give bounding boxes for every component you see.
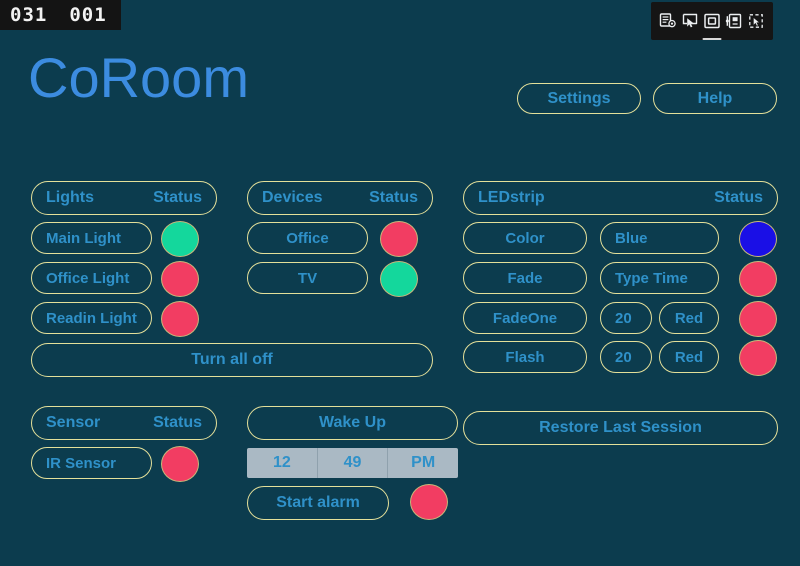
sensor-panel-header: Sensor Status (31, 406, 217, 440)
lights-status-office-light[interactable] (161, 261, 199, 297)
alarm-time-picker[interactable]: 12 49 PM (247, 448, 458, 478)
sensor-item-ir-sensor[interactable]: IR Sensor (31, 447, 152, 479)
turn-all-off-button[interactable]: Turn all off (31, 343, 433, 377)
layout-inspector-icon[interactable] (658, 11, 678, 31)
devices-item-office[interactable]: Office (247, 222, 368, 254)
active-tool-underline (702, 38, 722, 40)
devices-status-tv[interactable] (380, 261, 418, 297)
lights-status-main-light[interactable] (161, 221, 199, 257)
sensor-header-status: Status (153, 414, 202, 431)
devices-item-tv[interactable]: TV (247, 262, 368, 294)
ledstrip-value-color[interactable]: Blue (600, 222, 719, 254)
devices-header-name: Devices (262, 189, 323, 206)
ledstrip-action-fadeone[interactable]: FadeOne (463, 302, 587, 334)
page-title: CoRoom (28, 46, 249, 109)
pointer-select-icon[interactable] (680, 11, 700, 31)
alarm-minute-segment[interactable]: 49 (318, 448, 389, 478)
pointer-bounds-icon[interactable] (746, 11, 766, 31)
devices-panel-header: Devices Status (247, 181, 433, 215)
ledstrip-action-flash[interactable]: Flash (463, 341, 587, 373)
ledstrip-color-flash[interactable]: Red (659, 341, 719, 373)
app-root: 031 001 CoRoom Settings Help Lights Stat… (0, 0, 800, 566)
ledstrip-action-fade[interactable]: Fade (463, 262, 587, 294)
lights-item-main-light[interactable]: Main Light (31, 222, 152, 254)
ledstrip-status-fadeone[interactable] (739, 301, 777, 337)
lights-panel-header: Lights Status (31, 181, 217, 215)
ledstrip-color-fadeone[interactable]: Red (659, 302, 719, 334)
emulator-dev-toolbar (651, 2, 773, 40)
frame-counter-left: 031 (10, 4, 48, 26)
alarm-status-indicator[interactable] (410, 484, 448, 520)
ledstrip-header-status: Status (714, 189, 763, 206)
bounding-box-icon[interactable] (702, 11, 722, 40)
ledstrip-action-color[interactable]: Color (463, 222, 587, 254)
lights-header-status: Status (153, 189, 202, 206)
frame-counter-right: 001 (69, 4, 107, 26)
alarm-meridiem-segment[interactable]: PM (388, 448, 458, 478)
wake-up-button[interactable]: Wake Up (247, 406, 458, 440)
ledstrip-header-name: LEDstrip (478, 189, 545, 206)
lights-status-readin-light[interactable] (161, 301, 199, 337)
ledstrip-status-fade[interactable] (739, 261, 777, 297)
ledstrip-time-fadeone[interactable]: 20 (600, 302, 652, 334)
frame-counter-overlay: 031 001 (0, 0, 121, 30)
layout-bounds-icon[interactable] (724, 11, 744, 31)
ledstrip-time-flash[interactable]: 20 (600, 341, 652, 373)
settings-button[interactable]: Settings (517, 83, 641, 114)
ledstrip-panel-header: LEDstrip Status (463, 181, 778, 215)
lights-header-name: Lights (46, 189, 94, 206)
start-alarm-button[interactable]: Start alarm (247, 486, 389, 520)
ledstrip-status-flash[interactable] (739, 340, 777, 376)
alarm-hour-segment[interactable]: 12 (247, 448, 318, 478)
ledstrip-value-fade[interactable]: Type Time (600, 262, 719, 294)
devices-header-status: Status (369, 189, 418, 206)
lights-item-office-light[interactable]: Office Light (31, 262, 152, 294)
ledstrip-status-color[interactable] (739, 221, 777, 257)
help-button[interactable]: Help (653, 83, 777, 114)
lights-item-readin-light[interactable]: Readin Light (31, 302, 152, 334)
sensor-status-ir-sensor[interactable] (161, 446, 199, 482)
devices-status-office[interactable] (380, 221, 418, 257)
restore-last-session-button[interactable]: Restore Last Session (463, 411, 778, 445)
sensor-header-name: Sensor (46, 414, 101, 431)
